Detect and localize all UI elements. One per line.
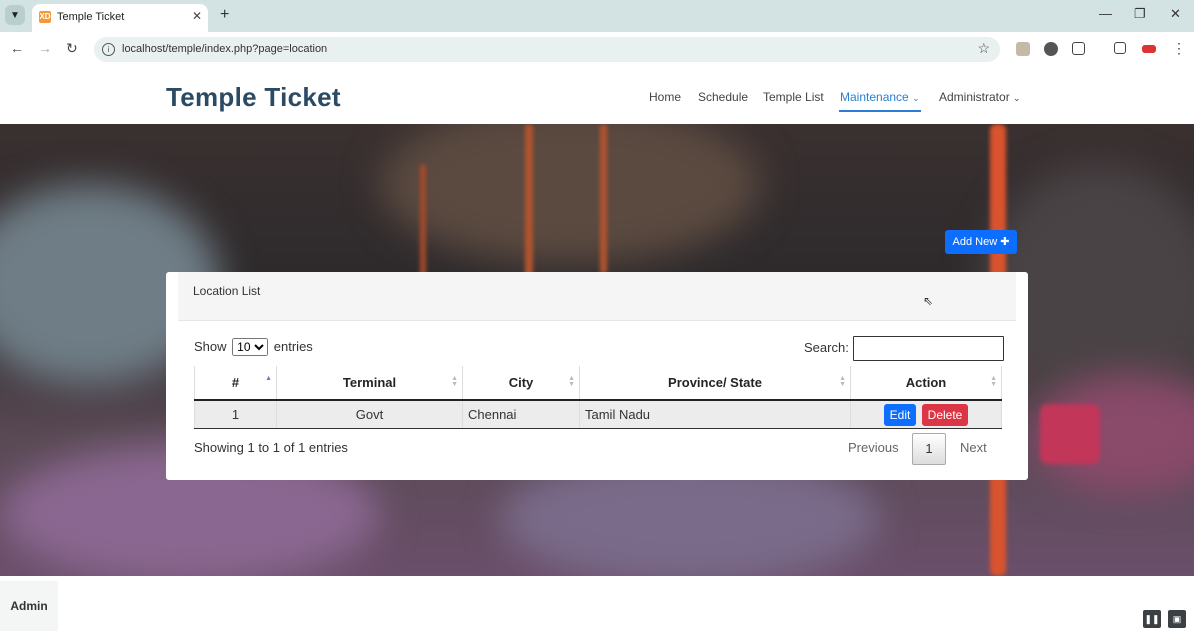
sort-icon: ▲ ▼ [451,375,458,388]
cell-action: Edit Delete [850,400,1002,429]
browser-menu-icon[interactable]: ⋮ [1172,40,1186,57]
sort-icon: ▲ ▼ [839,375,846,388]
tab-search-button[interactable]: ▼ [5,5,25,25]
edit-button[interactable]: Edit [884,403,916,426]
url-text[interactable]: localhost/temple/index.php?page=location [122,43,327,55]
profile-avatar-icon[interactable] [1142,45,1156,53]
new-tab-icon[interactable]: + [220,6,229,24]
nav-schedule[interactable]: Schedule [698,90,748,104]
nav-administrator[interactable]: Administrator ⌄ [939,90,1021,104]
restore-icon[interactable]: ❐ [1134,6,1146,22]
nav-home[interactable]: Home [649,90,681,104]
table-info-text: Showing 1 to 1 of 1 entries [194,440,348,455]
site-header: Temple Ticket Home Schedule Temple List … [0,68,1194,124]
column-header-label: Province/ State [668,375,762,390]
tab-close-icon[interactable]: ✕ [192,9,202,23]
reload-icon[interactable]: ↻ [66,40,78,57]
column-header-label: Terminal [342,375,397,390]
minimize-icon[interactable]: — [1099,6,1112,21]
site-brand[interactable]: Temple Ticket [166,82,341,113]
browser-tab[interactable]: XD Temple Ticket ✕ [32,4,208,32]
site-info-icon[interactable]: i [102,43,115,56]
entries-length-control: Show 10 entries [194,338,313,356]
side-panel-icon[interactable] [1114,42,1126,54]
column-header-num[interactable]: # ▲ [194,366,277,401]
table-header-row: # ▲ Terminal ▲ ▼ City ▲ ▼ Province/ State ▲ ▼ A… [194,366,1002,401]
browser-toolbar: ← → ↻ i localhost/temple/index.php?page=… [0,32,1194,69]
search-input[interactable] [853,336,1004,361]
admin-user-badge[interactable]: Admin [0,581,58,631]
column-header-province[interactable]: Province/ State ▲ ▼ [579,366,851,401]
extensions-puzzle-icon[interactable] [1072,42,1085,55]
browser-tab-strip: ▼ XD Temple Ticket ✕ + — ❐ ✕ [0,0,1194,32]
nav-maintenance[interactable]: Maintenance ⌄ [840,90,920,104]
nav-temple-list[interactable]: Temple List [763,90,824,104]
page-footer: Admin ❚❚ ▣ [0,576,1194,632]
column-header-label: # [231,375,240,390]
forward-icon[interactable]: → [38,40,52,56]
window-close-icon[interactable]: ✕ [1170,6,1181,22]
tab-title: Temple Ticket [57,11,125,23]
search-label: Search: [804,340,849,355]
panda-extension-icon[interactable] [1044,42,1058,56]
column-header-terminal[interactable]: Terminal ▲ ▼ [276,366,463,401]
show-label: Show [194,339,227,354]
cell-terminal: Govt [276,400,463,429]
extension-icon[interactable] [1016,42,1030,56]
card-title: Location List [193,284,261,298]
site-favicon-icon: XD [39,11,51,23]
column-header-city[interactable]: City ▲ ▼ [462,366,580,401]
chevron-down-icon: ⌄ [912,93,920,103]
mouse-cursor-icon: ⇖ [923,294,934,308]
table-row: 1 Govt Chennai Tamil Nadu Edit Delete [194,400,1002,429]
pause-icon[interactable]: ❚❚ [1143,610,1161,628]
active-nav-underline [839,110,921,112]
nav-administrator-label: Administrator [939,90,1010,104]
add-new-button[interactable]: Add New ✚ [945,230,1017,254]
add-new-label: Add New [952,236,998,248]
location-table: # ▲ Terminal ▲ ▼ City ▲ ▼ Province/ State ▲ ▼ A… [194,366,1002,429]
sort-icon: ▲ ▼ [568,375,575,388]
bookmark-star-icon[interactable]: ☆ [977,40,990,57]
chevron-down-icon: ⌄ [1013,93,1021,103]
pagination-next[interactable]: Next [960,440,987,455]
cell-city: Chennai [462,400,580,429]
pagination-page-1[interactable]: 1 [912,433,946,465]
delete-button[interactable]: Delete [922,403,968,426]
back-icon[interactable]: ← [10,40,24,56]
picture-in-picture-icon[interactable]: ▣ [1168,610,1186,628]
column-header-label: Action [905,375,947,390]
nav-maintenance-label: Maintenance [840,90,909,104]
entries-label: entries [273,339,313,354]
column-header-label: City [508,375,534,390]
address-bar[interactable]: i localhost/temple/index.php?page=locati… [94,37,1000,62]
entries-select[interactable]: 10 [232,338,269,356]
pagination-previous[interactable]: Previous [848,440,899,455]
sort-icon: ▲ ▼ [990,375,997,388]
card-header: Location List [178,272,1016,321]
column-header-action[interactable]: Action ▲ ▼ [850,366,1002,401]
plus-icon: ✚ [1000,236,1010,248]
cell-num: 1 [194,400,277,429]
cell-province: Tamil Nadu [579,400,851,429]
sort-asc-icon: ▲ [265,375,272,382]
